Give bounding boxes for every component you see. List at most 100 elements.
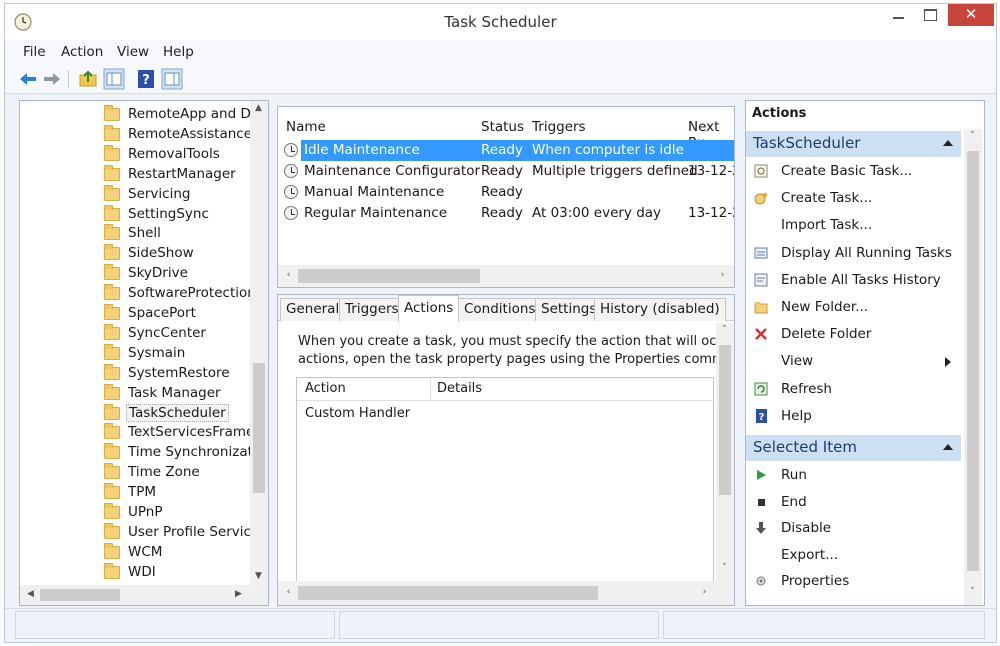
tree-item-label: UPnP — [128, 504, 163, 520]
action-item-label: Display All Running Tasks — [781, 244, 952, 261]
up-folder-icon[interactable] — [77, 68, 99, 90]
grid-header-action[interactable]: Action — [305, 381, 346, 396]
folder-icon — [104, 403, 120, 420]
action-item[interactable]: Import Task... — [746, 213, 961, 237]
tree-item-label: TextServicesFramew — [128, 424, 266, 441]
action-item-label: Help — [781, 407, 812, 424]
tab-general[interactable]: General — [280, 298, 346, 321]
scroll-up-icon[interactable]: ▲ — [250, 103, 267, 113]
table-row[interactable]: Custom Handler — [297, 404, 713, 426]
tab-actions[interactable]: Actions — [398, 295, 460, 322]
minimize-button[interactable] — [883, 4, 913, 26]
grid-column-separator[interactable] — [430, 378, 431, 401]
action-item[interactable]: ? Help — [746, 404, 961, 428]
grid-header-details[interactable]: Details — [437, 381, 482, 396]
column-header-name[interactable]: Name — [286, 119, 326, 135]
help-icon[interactable]: ? — [135, 68, 157, 90]
action-item-label: New Folder... — [781, 299, 869, 315]
scroll-left-icon[interactable]: ◀ — [22, 589, 39, 599]
action-item[interactable]: Create Task... — [746, 186, 961, 210]
task-list-pane: Name Status Triggers Next Ru Idle Mainte… — [277, 106, 735, 288]
actions-section-header[interactable]: TaskScheduler — [746, 131, 961, 157]
actions-grid: Action Details Custom Handler — [296, 377, 714, 582]
tab-history[interactable]: History (disabled) — [594, 298, 726, 321]
folder-icon — [104, 204, 120, 221]
tree-item-label: RemoteApp and De — [128, 106, 260, 122]
action-item[interactable]: Disable — [746, 516, 961, 540]
actions-scroll-thumb[interactable] — [967, 151, 979, 571]
folder-icon — [104, 304, 120, 320]
folder-icon — [104, 463, 120, 480]
show-hide-tree-icon[interactable] — [103, 68, 125, 90]
details-hscroll-thumb[interactable] — [298, 586, 598, 600]
task-list-horizontal-scrollbar[interactable]: ‹ › — [278, 265, 734, 287]
action-item[interactable]: View — [746, 349, 961, 373]
tree-vertical-scrollbar[interactable]: ▲ ▼ — [250, 101, 268, 585]
action-item-label: Run — [781, 467, 807, 483]
actions-vertical-scrollbar[interactable]: ˄ ˅ — [964, 129, 982, 605]
end-icon — [758, 498, 765, 506]
action-item[interactable]: End — [746, 490, 961, 514]
column-header-triggers[interactable]: Triggers — [532, 119, 586, 135]
scroll-right-icon[interactable]: › — [696, 587, 713, 597]
column-header-status[interactable]: Status — [481, 119, 524, 135]
action-item[interactable]: Create Basic Task... — [746, 159, 961, 183]
folder-icon — [104, 483, 120, 500]
details-horizontal-scrollbar[interactable]: ‹ › — [278, 581, 734, 605]
menu-file[interactable]: File — [23, 44, 46, 60]
menu-help[interactable]: Help — [163, 44, 194, 60]
table-row[interactable]: Regular Maintenance Ready At 03:00 every d… — [284, 203, 734, 224]
action-item[interactable]: Delete Folder — [746, 322, 961, 346]
action-item[interactable]: Run — [746, 463, 961, 487]
back-arrow-icon[interactable] — [17, 68, 39, 90]
actions-pane: Actions TaskScheduler Create Basic Task..… — [745, 100, 985, 606]
scroll-right-icon[interactable]: ▶ — [230, 589, 247, 599]
show-hide-action-pane-icon[interactable] — [161, 68, 183, 90]
tree-hscroll-thumb[interactable] — [40, 589, 120, 601]
folder-icon — [104, 562, 120, 579]
scroll-down-icon[interactable]: ˅ — [964, 587, 981, 597]
window-title: Task Scheduler — [444, 13, 557, 31]
tree-item-label: SoftwareProtectionI — [128, 285, 260, 302]
tree-scroll-thumb[interactable] — [253, 363, 265, 493]
action-item[interactable]: Refresh — [746, 377, 961, 401]
scroll-up-icon[interactable]: ˄ — [964, 131, 981, 141]
details-vertical-scrollbar[interactable]: ˄ ˅ — [716, 323, 734, 581]
forward-arrow-icon[interactable] — [41, 68, 63, 90]
action-item[interactable]: Enable All Tasks History — [746, 268, 961, 292]
maximize-button[interactable] — [915, 4, 945, 26]
table-row[interactable]: Idle Maintenance Ready When computer is id… — [284, 140, 734, 161]
action-item[interactable]: Properties — [746, 569, 961, 593]
tree-item-label: SystemRestore — [128, 364, 230, 381]
scroll-left-icon[interactable]: ‹ — [280, 587, 297, 597]
scroll-down-icon[interactable]: ˅ — [716, 563, 733, 573]
action-item-label: Refresh — [781, 380, 832, 397]
collapse-arrow-icon[interactable] — [943, 140, 953, 146]
tab-triggers[interactable]: Triggers — [339, 298, 405, 321]
scroll-right-icon[interactable]: › — [714, 270, 731, 280]
tab-conditions[interactable]: Conditions — [458, 298, 542, 321]
table-row[interactable]: Manual Maintenance Ready — [284, 182, 734, 203]
scroll-down-icon[interactable]: ▼ — [250, 571, 267, 581]
folder-icon — [104, 423, 120, 440]
tab-settings[interactable]: Settings — [535, 298, 603, 321]
scroll-up-icon[interactable]: ˄ — [716, 325, 733, 335]
disable-icon — [756, 522, 766, 534]
action-item[interactable]: Display All Running Tasks — [746, 241, 961, 265]
scroll-left-icon[interactable]: ‹ — [280, 270, 297, 280]
actions-section-header[interactable]: Selected Item — [746, 435, 961, 461]
table-row[interactable]: Maintenance Configurator Ready Multiple tr… — [284, 161, 734, 182]
tree-item-label: Shell — [128, 225, 161, 242]
action-item[interactable]: New Folder... — [746, 295, 961, 319]
close-button[interactable]: ✕ — [948, 4, 994, 26]
action-item[interactable]: Export... — [746, 543, 961, 567]
task-triggers: When computer is idle — [532, 142, 684, 158]
details-scroll-thumb[interactable] — [719, 345, 731, 495]
menu-action[interactable]: Action — [61, 44, 103, 60]
tree-horizontal-scrollbar[interactable]: ◀ ▶ — [20, 585, 268, 605]
task-list-hscroll-thumb[interactable] — [298, 269, 480, 283]
task-triggers: At 03:00 every day — [532, 205, 662, 221]
task-name: Regular Maintenance — [304, 205, 448, 221]
collapse-arrow-icon[interactable] — [943, 444, 953, 450]
menu-view[interactable]: View — [117, 44, 149, 60]
